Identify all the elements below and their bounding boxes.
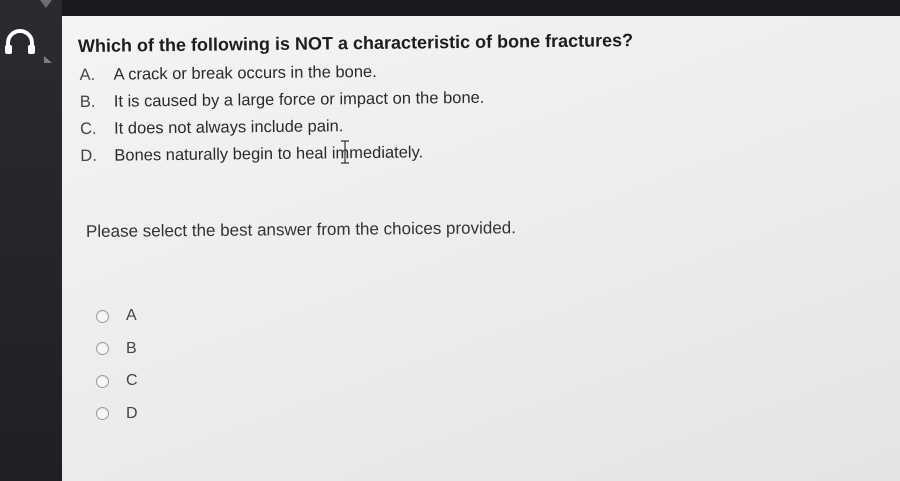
answer-option-b[interactable]: B [96,333,138,366]
choice-item: D. Bones naturally begin to heal immediat… [80,143,485,174]
option-label[interactable]: D [126,405,138,423]
text-cursor-icon [341,140,349,164]
choice-list: A. A crack or break occurs in the bone. B… [79,62,485,174]
answer-options: A B C D [96,300,138,430]
answer-option-c[interactable]: C [96,365,138,398]
choice-letter: C. [80,119,97,138]
choice-text: It does not always include pain. [113,117,344,138]
left-rail [0,0,62,481]
choice-text: A crack or break occurs in the bone. [113,62,377,84]
option-label[interactable]: A [126,307,137,325]
answer-option-a[interactable]: A [96,300,138,333]
choice-text: It is caused by a large force or impact … [113,88,485,111]
choice-item: A. A crack or break occurs in the bone. [79,62,484,93]
answer-option-d[interactable]: D [96,398,138,431]
option-label[interactable]: B [126,340,137,358]
option-label[interactable]: C [126,372,138,390]
choice-letter: B. [79,92,96,112]
radio-button[interactable] [96,407,109,421]
choice-text: Bones naturally begin to heal immediatel… [114,143,424,165]
headphones-icon[interactable] [4,28,36,56]
choice-letter: A. [79,65,96,85]
rail-corner-icon [44,56,52,63]
instruction-text: Please select the best answer from the c… [85,218,517,241]
radio-button[interactable] [96,309,109,323]
choice-item: B. It is caused by a large force or impac… [80,89,485,120]
choice-item: C. It does not always include pain. [80,116,485,147]
choice-letter: D. [80,146,97,165]
question-panel: Which of the following is NOT a characte… [62,16,900,481]
radio-button[interactable] [96,342,109,356]
radio-button[interactable] [96,374,109,388]
rail-arrow-icon [40,0,52,8]
question-text: Which of the following is NOT a characte… [77,30,634,56]
